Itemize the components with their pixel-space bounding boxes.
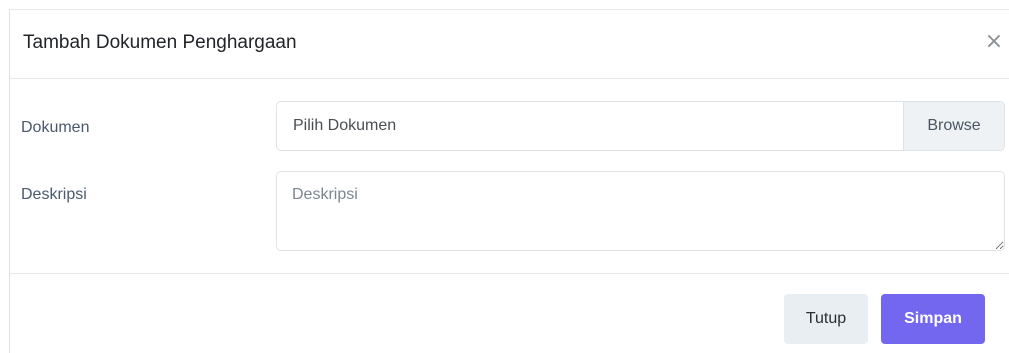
- dokumen-file-input[interactable]: Pilih Dokumen Browse: [276, 101, 1005, 151]
- deskripsi-label: Deskripsi: [21, 186, 87, 203]
- close-icon: ×: [984, 29, 1004, 54]
- page: Tambah Dokumen Penghargaan × Dokumen Pil…: [0, 0, 1009, 353]
- dokumen-file-label: Pilih Dokumen: [293, 117, 397, 134]
- deskripsi-textarea[interactable]: [276, 171, 1005, 251]
- close-button[interactable]: ×: [984, 30, 1004, 54]
- modal-header: Tambah Dokumen Penghargaan ×: [10, 10, 1009, 79]
- tutup-button[interactable]: Tutup: [784, 294, 868, 344]
- modal-footer-divider: [10, 273, 1009, 274]
- simpan-button[interactable]: Simpan: [881, 294, 985, 344]
- dokumen-label: Dokumen: [21, 119, 90, 136]
- browse-button[interactable]: Browse: [903, 102, 1004, 150]
- modal-title: Tambah Dokumen Penghargaan: [23, 32, 297, 53]
- modal-dialog: Tambah Dokumen Penghargaan × Dokumen Pil…: [9, 9, 1009, 353]
